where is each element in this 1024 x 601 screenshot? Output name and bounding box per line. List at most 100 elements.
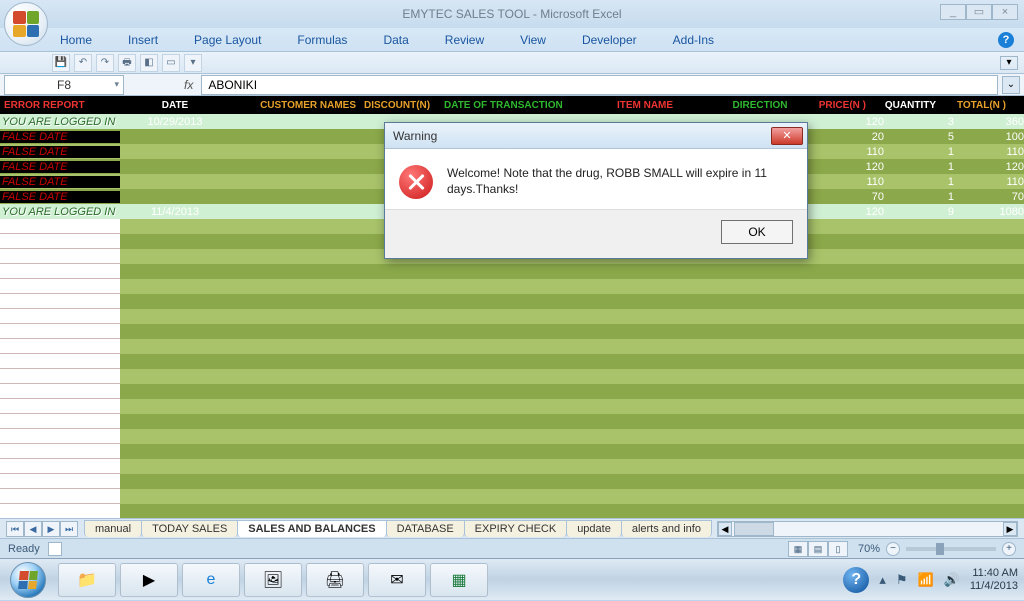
- empty-row[interactable]: [0, 399, 1024, 414]
- empty-row[interactable]: [0, 384, 1024, 399]
- empty-error-cell: [0, 234, 120, 249]
- cell-error: FALSE DATE: [0, 176, 120, 188]
- fx-icon[interactable]: fx: [184, 78, 193, 92]
- tray-network-icon[interactable]: 📶: [918, 572, 934, 588]
- sheet-nav-last[interactable]: ⏭: [60, 521, 78, 537]
- taskbar-hp-icon[interactable]: 🖨: [306, 563, 364, 597]
- formula-expand-icon[interactable]: ⌄: [1002, 76, 1020, 94]
- tab-review[interactable]: Review: [437, 29, 492, 51]
- empty-error-cell: [0, 384, 120, 399]
- close-button[interactable]: ×: [992, 4, 1018, 20]
- sheet-nav-next[interactable]: ▶: [42, 521, 60, 537]
- sheet-tab[interactable]: DATABASE: [386, 520, 465, 537]
- qat-save-icon[interactable]: 💾: [52, 54, 70, 72]
- ok-button[interactable]: OK: [721, 220, 793, 244]
- scroll-thumb[interactable]: [734, 522, 774, 536]
- qat-print-icon[interactable]: 🖶: [118, 54, 136, 72]
- empty-row[interactable]: [0, 474, 1024, 489]
- sheet-tab[interactable]: SALES AND BALANCES: [237, 520, 386, 537]
- tab-data[interactable]: Data: [375, 29, 416, 51]
- office-button[interactable]: [4, 2, 48, 46]
- tray-help-icon[interactable]: ?: [843, 567, 869, 593]
- view-normal-icon[interactable]: ▦: [788, 541, 808, 557]
- view-pagebreak-icon[interactable]: ▯: [828, 541, 848, 557]
- maximize-button[interactable]: ▭: [966, 4, 992, 20]
- zoom-out-icon[interactable]: −: [886, 542, 900, 556]
- taskbar-media-icon[interactable]: ▶: [120, 563, 178, 597]
- dialog-titlebar[interactable]: Warning ✕: [385, 123, 807, 149]
- system-tray: ? ▴ ⚑ 📶 🔊 11:40 AM 11/4/2013: [843, 567, 1024, 593]
- empty-error-cell: [0, 429, 120, 444]
- empty-error-cell: [0, 339, 120, 354]
- view-layout-icon[interactable]: ▤: [808, 541, 828, 557]
- tab-page-layout[interactable]: Page Layout: [186, 29, 269, 51]
- empty-row[interactable]: [0, 339, 1024, 354]
- tab-home[interactable]: Home: [52, 29, 100, 51]
- sheet-tab[interactable]: EXPIRY CHECK: [464, 520, 568, 537]
- hdr-date: DATE: [120, 100, 230, 111]
- empty-row[interactable]: [0, 294, 1024, 309]
- formula-input[interactable]: [201, 75, 998, 95]
- tab-addins[interactable]: Add-Ins: [665, 29, 722, 51]
- tab-formulas[interactable]: Formulas: [289, 29, 355, 51]
- empty-row[interactable]: [0, 459, 1024, 474]
- cell-error: FALSE DATE: [0, 161, 120, 173]
- cell-total: 120: [954, 161, 1024, 173]
- sheet-nav-prev[interactable]: ◀: [24, 521, 42, 537]
- ribbon-minimize-icon[interactable]: ▾: [1000, 56, 1018, 70]
- empty-row[interactable]: [0, 504, 1024, 518]
- sheet-tab[interactable]: TODAY SALES: [141, 520, 238, 537]
- tray-up-icon[interactable]: ▴: [879, 572, 886, 588]
- zoom-slider[interactable]: [906, 547, 996, 551]
- qat-undo-icon[interactable]: ↶: [74, 54, 92, 72]
- hdr-quantity: QUANTITY: [870, 100, 940, 111]
- window-buttons: _ ▭ ×: [940, 4, 1018, 20]
- taskbar-explorer-icon[interactable]: 📁: [58, 563, 116, 597]
- macro-record-icon[interactable]: [48, 542, 62, 556]
- sheet-tab[interactable]: update: [566, 520, 622, 537]
- tray-clock[interactable]: 11:40 AM 11/4/2013: [970, 567, 1018, 593]
- qat-preview-icon[interactable]: ◧: [140, 54, 158, 72]
- scroll-left-icon[interactable]: ◀: [718, 522, 732, 536]
- tray-flag-icon[interactable]: ⚑: [896, 572, 908, 588]
- sheet-tab[interactable]: alerts and info: [621, 520, 712, 537]
- sheet-tab[interactable]: manual: [84, 520, 142, 537]
- zoom-knob[interactable]: [936, 543, 944, 555]
- tab-developer[interactable]: Developer: [574, 29, 645, 51]
- quick-access-toolbar: 💾 ↶ ↷ 🖶 ◧ ▭ ▾ ▾: [0, 52, 1024, 74]
- qat-new-icon[interactable]: ▭: [162, 54, 180, 72]
- start-button[interactable]: [0, 559, 56, 601]
- tray-volume-icon[interactable]: 🔊: [944, 572, 960, 588]
- empty-row[interactable]: [0, 264, 1024, 279]
- empty-row[interactable]: [0, 444, 1024, 459]
- dialog-close-button[interactable]: ✕: [771, 127, 803, 145]
- taskbar-ie-icon[interactable]: e: [182, 563, 240, 597]
- empty-row[interactable]: [0, 414, 1024, 429]
- empty-row[interactable]: [0, 369, 1024, 384]
- empty-row[interactable]: [0, 279, 1024, 294]
- empty-row[interactable]: [0, 489, 1024, 504]
- empty-error-cell: [0, 414, 120, 429]
- tab-insert[interactable]: Insert: [120, 29, 166, 51]
- cell-price: 120: [814, 161, 884, 173]
- cell-qty: 5: [884, 131, 954, 143]
- scroll-right-icon[interactable]: ▶: [1003, 522, 1017, 536]
- empty-row[interactable]: [0, 309, 1024, 324]
- zoom-in-icon[interactable]: +: [1002, 542, 1016, 556]
- name-box[interactable]: F8: [4, 75, 124, 95]
- horizontal-scrollbar[interactable]: ◀ ▶: [717, 521, 1018, 537]
- taskbar-outlook-icon[interactable]: ✉: [368, 563, 426, 597]
- qat-more-icon[interactable]: ▾: [184, 54, 202, 72]
- sheet-nav-first[interactable]: ⏮: [6, 521, 24, 537]
- error-icon: [399, 165, 433, 199]
- taskbar-excel-icon[interactable]: ▦: [430, 563, 488, 597]
- help-icon[interactable]: ?: [998, 32, 1014, 48]
- empty-row[interactable]: [0, 354, 1024, 369]
- tab-view[interactable]: View: [512, 29, 554, 51]
- empty-row[interactable]: [0, 324, 1024, 339]
- minimize-button[interactable]: _: [940, 4, 966, 20]
- qat-redo-icon[interactable]: ↷: [96, 54, 114, 72]
- taskbar-app1-icon[interactable]: 🖼: [244, 563, 302, 597]
- empty-row[interactable]: [0, 429, 1024, 444]
- empty-error-cell: [0, 474, 120, 489]
